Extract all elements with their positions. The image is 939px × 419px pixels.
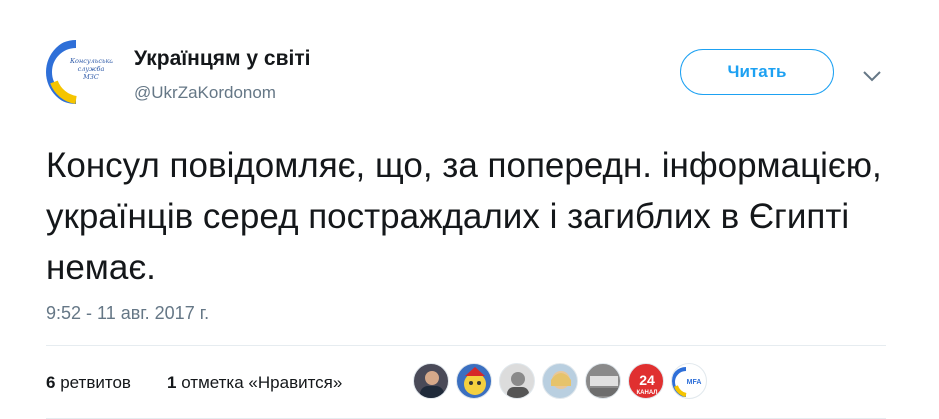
account-name[interactable]: Українцям у світі — [134, 47, 310, 71]
tweet-stats: 6 ретвитов 1 отметка «Нравится» 24 КАНАЛ — [46, 346, 886, 418]
avatar-caption-line: МЗС — [83, 73, 99, 81]
tv-channel-number: 24 — [639, 372, 655, 388]
mfa-label: MFA — [687, 379, 702, 386]
liker-avatar[interactable]: 24 КАНАЛ — [628, 363, 664, 399]
likes-count: 1 — [167, 373, 177, 392]
liker-avatar[interactable] — [499, 363, 535, 399]
avatar-caption-line: Консульська — [70, 57, 114, 65]
liker-avatar[interactable]: MFA — [671, 363, 707, 399]
tweet-text: Консул повідомляє, що, за попередн. інфо… — [46, 146, 882, 287]
avatar-caption: Консульська служба МЗС — [70, 57, 114, 81]
likes-stat[interactable]: 1 отметка «Нравится» — [167, 373, 342, 393]
follow-button[interactable]: Читать — [680, 49, 834, 95]
tweet-header: Консульська служба МЗС Українцям у світі… — [46, 38, 896, 108]
account-avatar[interactable]: Консульська служба МЗС — [46, 38, 114, 106]
account-handle[interactable]: @UkrZaKordonom — [134, 83, 276, 103]
retweets-count: 6 — [46, 373, 56, 392]
tv-channel-word: КАНАЛ — [637, 390, 658, 396]
chevron-down-icon[interactable] — [860, 68, 884, 84]
liker-avatar[interactable] — [542, 363, 578, 399]
tweet-timestamp[interactable]: 9:52 - 11 авг. 2017 г. — [46, 303, 209, 324]
likes-label: отметка «Нравится» — [181, 373, 343, 392]
liker-avatar[interactable] — [413, 363, 449, 399]
avatar-caption-line: служба — [77, 65, 105, 73]
retweets-label: ретвитов — [60, 373, 131, 392]
liker-avatar[interactable] — [585, 363, 621, 399]
liker-avatar[interactable] — [456, 363, 492, 399]
retweets-stat[interactable]: 6 ретвитов — [46, 373, 131, 393]
